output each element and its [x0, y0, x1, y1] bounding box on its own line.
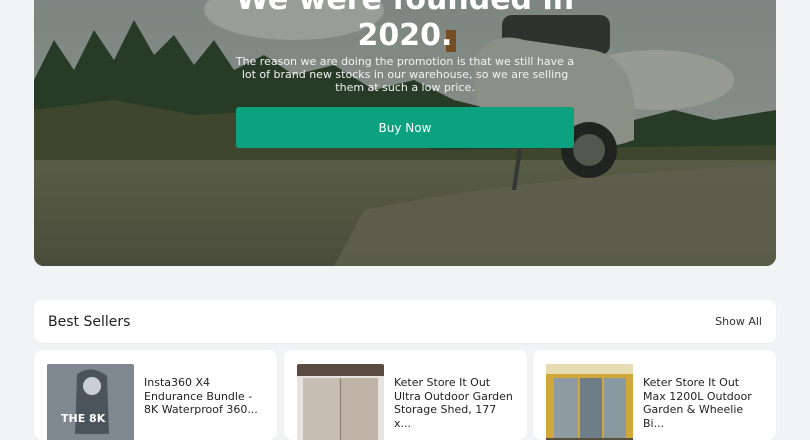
product-name: Keter Store It Out Max 1200L Outdoor Gar…	[643, 376, 752, 430]
show-all-link[interactable]: Show All	[715, 315, 762, 328]
hero-title: We were founded in2020.	[34, 0, 776, 54]
hero-title-line1: We were founded in	[236, 0, 574, 17]
product-image	[546, 364, 633, 440]
product-name: Insta360 X4 Endurance Bundle - 8K Waterp…	[144, 376, 258, 416]
product-card[interactable]: THE 8K Insta360 X4 Endurance Bundle - 8K…	[34, 350, 277, 440]
product-image-caption: THE 8K	[61, 412, 106, 425]
product-card[interactable]: Keter Store It Out Ultra Outdoor Garden …	[284, 350, 527, 440]
product-image	[297, 364, 384, 440]
hero-banner: We were founded in2020. The reason we ar…	[34, 0, 776, 266]
product-image: THE 8K	[47, 364, 134, 440]
hero-title-line2: 2020.	[357, 18, 453, 53]
buy-now-button[interactable]: Buy Now	[236, 107, 574, 148]
best-sellers-title: Best Sellers	[48, 313, 131, 330]
product-name: Keter Store It Out Ultra Outdoor Garden …	[394, 376, 513, 430]
product-card[interactable]: Keter Store It Out Max 1200L Outdoor Gar…	[533, 350, 776, 440]
best-sellers-header: Best Sellers Show All	[34, 300, 776, 343]
hero-description: The reason we are doing the promotion is…	[235, 55, 575, 94]
